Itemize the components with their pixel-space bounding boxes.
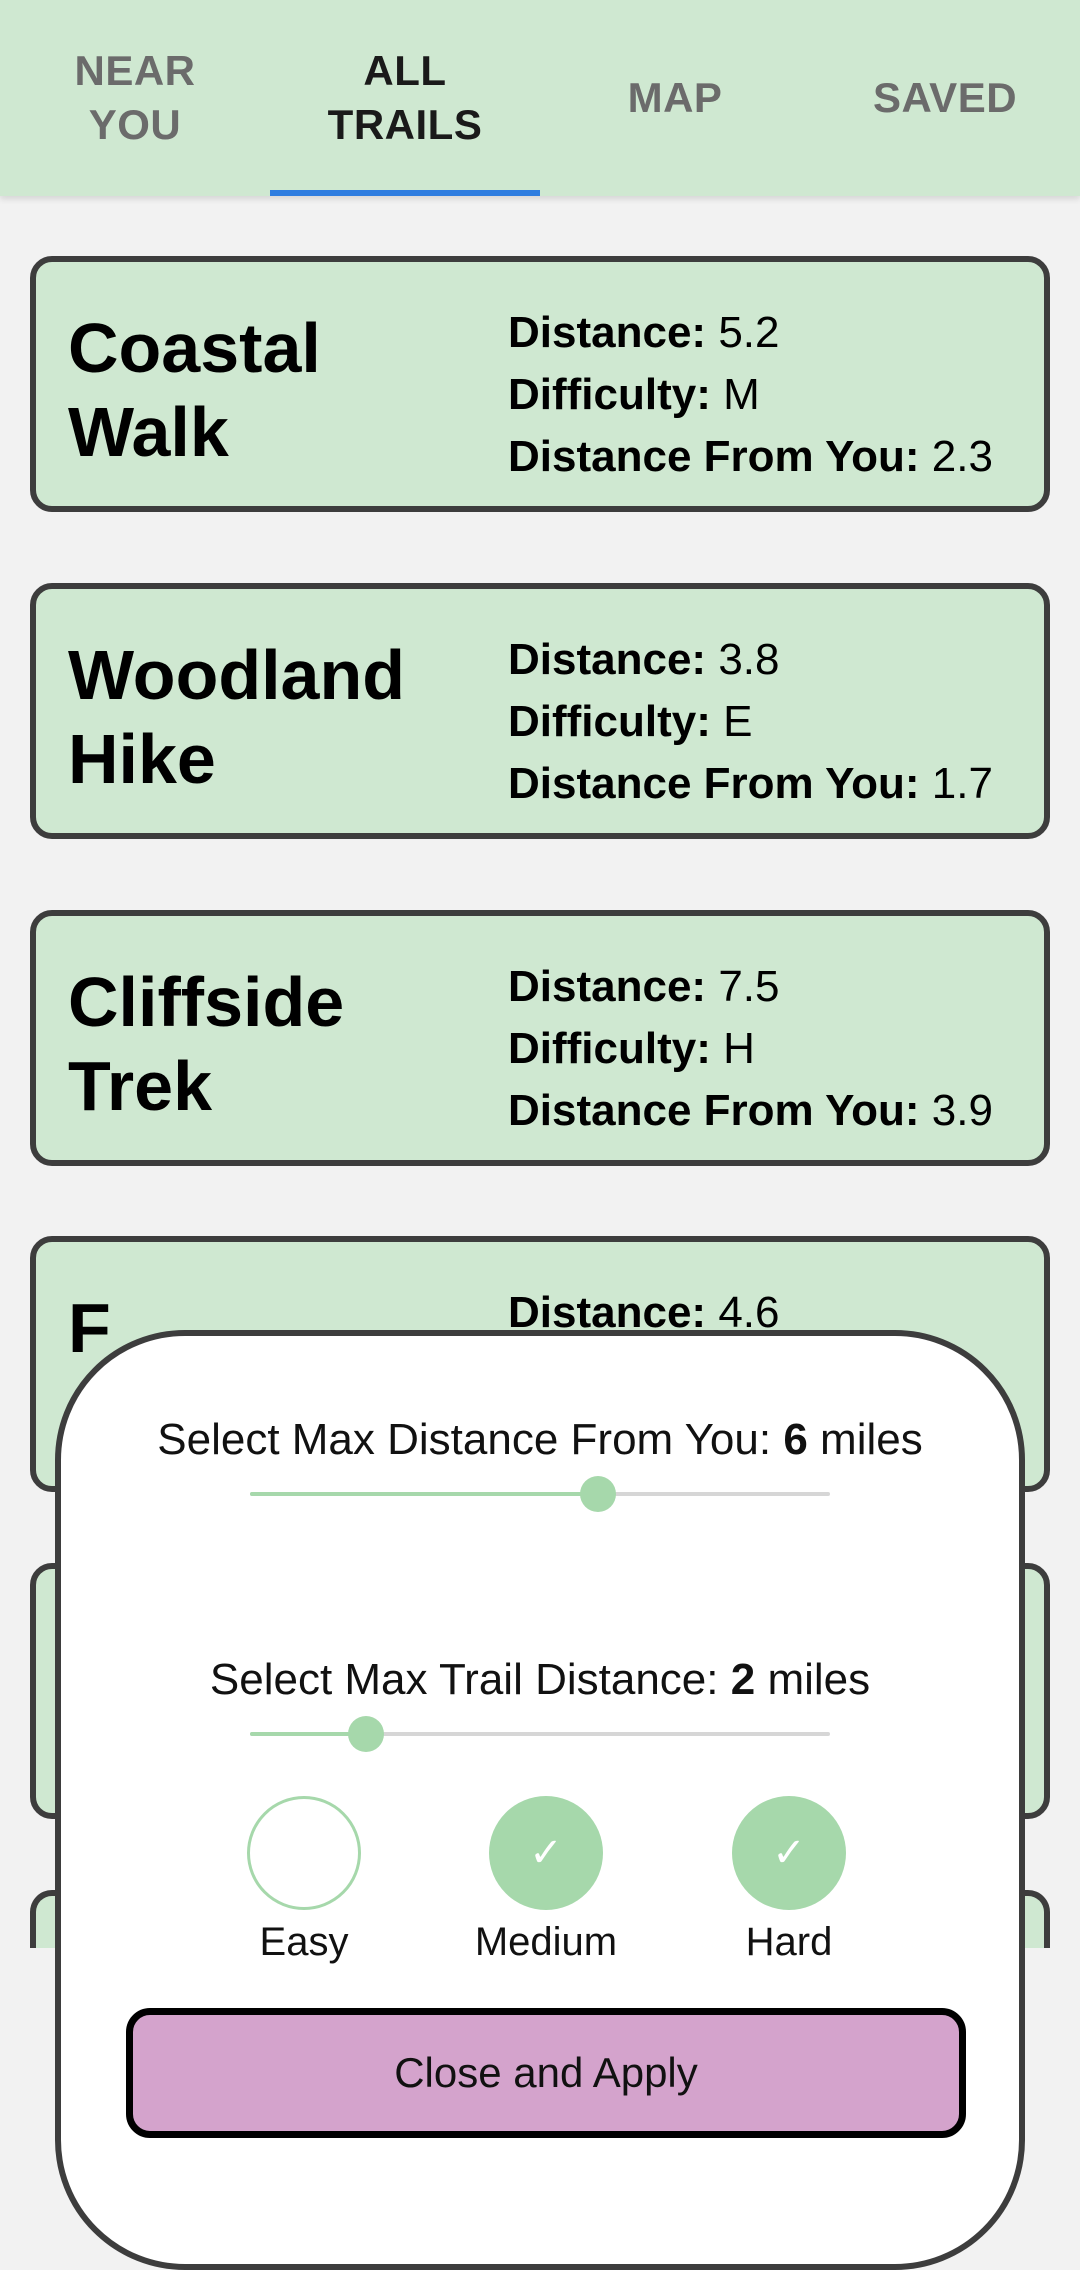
trail-info: Distance: 7.5 Difficulty: H Distance Fro… [508, 956, 993, 1142]
tab-saved[interactable]: SAVED [810, 0, 1080, 196]
distance-label: Distance: [508, 962, 707, 1011]
tab-label: SAVED [872, 74, 1018, 121]
trail-info: Distance: 3.8 Difficulty: E Distance Fro… [508, 629, 993, 815]
tab-all-trails[interactable]: ALL TRAILS [270, 0, 540, 196]
tab-map[interactable]: MAP [540, 0, 810, 196]
trail-name: Coastal Walk [68, 309, 321, 471]
distance-value: 5.2 [718, 308, 780, 357]
max-distance-from-you-label: Select Max Distance From You: [157, 1415, 784, 1464]
trail-card-cliffside-trek[interactable]: Cliffside Trek Distance: 7.5 Difficulty:… [30, 910, 1050, 1166]
max-trail-distance-unit: miles [755, 1655, 871, 1704]
close-and-apply-button[interactable]: Close and Apply [126, 2008, 966, 2138]
difficulty-hard-option[interactable]: ✓ Hard [709, 1796, 869, 1966]
max-trail-distance-slider[interactable] [250, 1716, 830, 1752]
distance-from-you-label: Distance From You: [508, 759, 920, 808]
difficulty-medium-option[interactable]: ✓ Medium [466, 1796, 626, 1966]
max-distance-from-you-unit: miles [807, 1415, 923, 1464]
difficulty-label: Difficulty: [508, 697, 711, 746]
difficulty-option-label: Easy [259, 1920, 349, 1964]
tab-label: ALL TRAILS [327, 47, 483, 148]
difficulty-option-label: Medium [474, 1920, 618, 1964]
slider-thumb[interactable] [348, 1716, 384, 1752]
active-tab-indicator [270, 190, 540, 196]
max-distance-from-you-slider[interactable] [250, 1476, 830, 1512]
distance-value: 7.5 [718, 962, 780, 1011]
difficulty-label: Difficulty: [508, 1024, 711, 1073]
max-trail-distance-label: Select Max Trail Distance: [209, 1655, 731, 1704]
check-icon[interactable]: ✓ [489, 1796, 603, 1910]
tab-label: NEAR YOU [74, 47, 196, 148]
distance-from-you-label: Distance From You: [508, 432, 920, 481]
distance-value: 3.8 [718, 635, 780, 684]
difficulty-easy-option[interactable]: Easy [224, 1796, 384, 1966]
max-trail-distance-value: 2 [730, 1655, 756, 1704]
difficulty-option-label: Hard [745, 1920, 833, 1964]
trail-card-woodland-hike[interactable]: Woodland Hike Distance: 3.8 Difficulty: … [30, 583, 1050, 839]
max-distance-from-you-value: 6 [783, 1415, 808, 1464]
trail-name: Woodland Hike [68, 636, 405, 798]
max-distance-from-you-title: Select Max Distance From You: 6 miles [61, 1414, 1019, 1466]
distance-from-you-value: 2.3 [931, 432, 993, 481]
distance-from-you-value: 1.7 [931, 759, 993, 808]
difficulty-value: H [723, 1024, 755, 1073]
trail-card-coastal-walk[interactable]: Coastal Walk Distance: 5.2 Difficulty: M… [30, 256, 1050, 512]
unchecked-circle-icon[interactable] [247, 1796, 361, 1910]
distance-from-you-label: Distance From You: [508, 1086, 920, 1135]
distance-label: Distance: [508, 635, 707, 684]
difficulty-label: Difficulty: [508, 370, 711, 419]
slider-thumb[interactable] [580, 1476, 616, 1512]
difficulty-value: M [723, 370, 760, 419]
distance-from-you-value: 3.9 [931, 1086, 993, 1135]
trail-name: Cliffside Trek [68, 963, 345, 1125]
check-icon[interactable]: ✓ [732, 1796, 846, 1910]
tab-bar: NEAR YOU ALL TRAILS MAP SAVED [0, 0, 1080, 196]
tab-label: MAP [627, 74, 723, 121]
max-trail-distance-title: Select Max Trail Distance: 2 miles [61, 1654, 1019, 1706]
difficulty-value: E [723, 697, 753, 746]
tab-near-you[interactable]: NEAR YOU [0, 0, 270, 196]
distance-label: Distance: [508, 308, 707, 357]
trail-info: Distance: 5.2 Difficulty: M Distance Fro… [508, 302, 993, 488]
filter-sheet: Select Max Distance From You: 6 miles Se… [55, 1330, 1025, 2270]
slider-fill [250, 1492, 598, 1496]
